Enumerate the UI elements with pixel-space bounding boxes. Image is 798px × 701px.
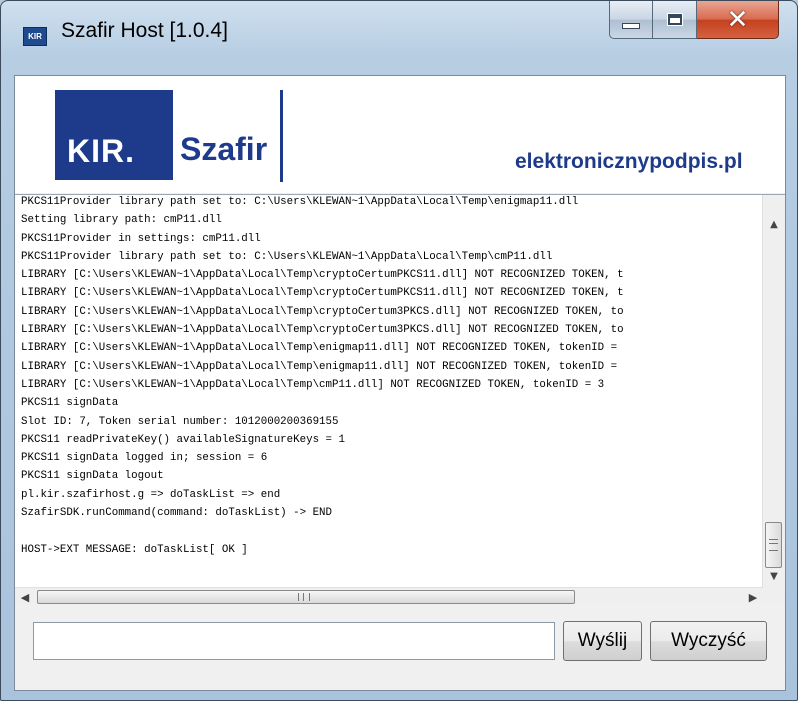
logo-divider — [280, 90, 283, 182]
szafir-host-window: KIR Szafir Host [1.0.4] ✕ KIR. Szafir el… — [0, 0, 798, 701]
kir-logo-text: KIR. — [67, 133, 135, 169]
command-bar: Wyślij Wyczyść — [15, 604, 785, 690]
log-line: LIBRARY [C:\Users\KLEWAN~1\AppData\Local… — [21, 269, 624, 282]
vertical-scroll-thumb[interactable] — [765, 522, 782, 568]
log-line: PKCS11 signData logged in; session = 6 — [21, 452, 268, 465]
caption-buttons: ✕ — [609, 1, 779, 41]
log-line: pl.kir.szafirhost.g => doTaskList => end — [21, 488, 281, 501]
grip-icon — [298, 593, 310, 601]
log-line: Slot ID: 7, Token serial number: 1012000… — [21, 415, 339, 428]
brand-banner: KIR. Szafir elektronicznypodpis.pl — [15, 76, 785, 193]
minimize-button[interactable] — [609, 1, 653, 39]
log-line: LIBRARY [C:\Users\KLEWAN~1\AppData\Local… — [21, 305, 624, 318]
scroll-corner — [763, 587, 785, 605]
log-line: LIBRARY [C:\Users\KLEWAN~1\AppData\Local… — [21, 287, 624, 300]
vertical-scrollbar[interactable]: ▲ ▼ — [762, 195, 785, 587]
log-line: PKCS11Provider library path set to: C:\U… — [21, 196, 579, 208]
log-line: SzafirSDK.runCommand(command: doTaskList… — [21, 507, 333, 520]
grip-icon — [769, 539, 778, 551]
window-title: Szafir Host [1.0.4] — [61, 19, 228, 42]
log-line: LIBRARY [C:\Users\KLEWAN~1\AppData\Local… — [21, 360, 618, 373]
app-icon[interactable]: KIR — [23, 27, 47, 46]
log-line: LIBRARY [C:\Users\KLEWAN~1\AppData\Local… — [21, 378, 605, 391]
log-line: LIBRARY [C:\Users\KLEWAN~1\AppData\Local… — [21, 324, 624, 337]
log-line: Setting library path: cmP11.dll — [21, 214, 222, 227]
log-output[interactable]: PKCS11Provider library path set to: C:\U… — [15, 194, 785, 605]
scroll-right-icon[interactable]: ▶ — [743, 588, 763, 605]
site-link: elektronicznypodpis.pl — [515, 150, 743, 173]
horizontal-scrollbar[interactable]: ◀ ▶ — [15, 587, 763, 605]
close-button[interactable]: ✕ — [697, 1, 779, 39]
scroll-left-icon[interactable]: ◀ — [15, 588, 35, 605]
log-line: PKCS11 readPrivateKey() availableSignatu… — [21, 433, 345, 446]
send-button[interactable]: Wyślij — [563, 621, 642, 661]
log-line: PKCS11Provider in settings: cmP11.dll — [21, 232, 261, 245]
close-icon: ✕ — [726, 4, 749, 35]
szafir-logo-text: Szafir — [180, 131, 268, 167]
maximize-button[interactable] — [653, 1, 697, 39]
log-line: PKCS11Provider library path set to: C:\U… — [21, 250, 553, 263]
log-line: LIBRARY [C:\Users\KLEWAN~1\AppData\Local… — [21, 342, 618, 355]
scroll-up-icon[interactable]: ▲ — [763, 213, 785, 235]
log-line: HOST->EXT MESSAGE: doTaskList[ OK ] — [21, 543, 248, 556]
log-lines: PKCS11Provider library path set to: C:\U… — [21, 195, 763, 573]
log-line: PKCS11 signData logout — [21, 470, 164, 483]
title-bar[interactable]: KIR Szafir Host [1.0.4] ✕ — [1, 1, 797, 75]
scroll-down-icon[interactable]: ▼ — [763, 565, 785, 587]
message-input[interactable] — [33, 622, 555, 660]
clear-button[interactable]: Wyczyść — [650, 621, 767, 661]
maximize-icon — [666, 13, 683, 26]
horizontal-scroll-thumb[interactable] — [37, 590, 575, 604]
log-line: PKCS11 signData — [21, 397, 119, 410]
client-area: KIR. Szafir elektronicznypodpis.pl PKCS1… — [14, 75, 786, 691]
minimize-icon — [622, 22, 640, 29]
